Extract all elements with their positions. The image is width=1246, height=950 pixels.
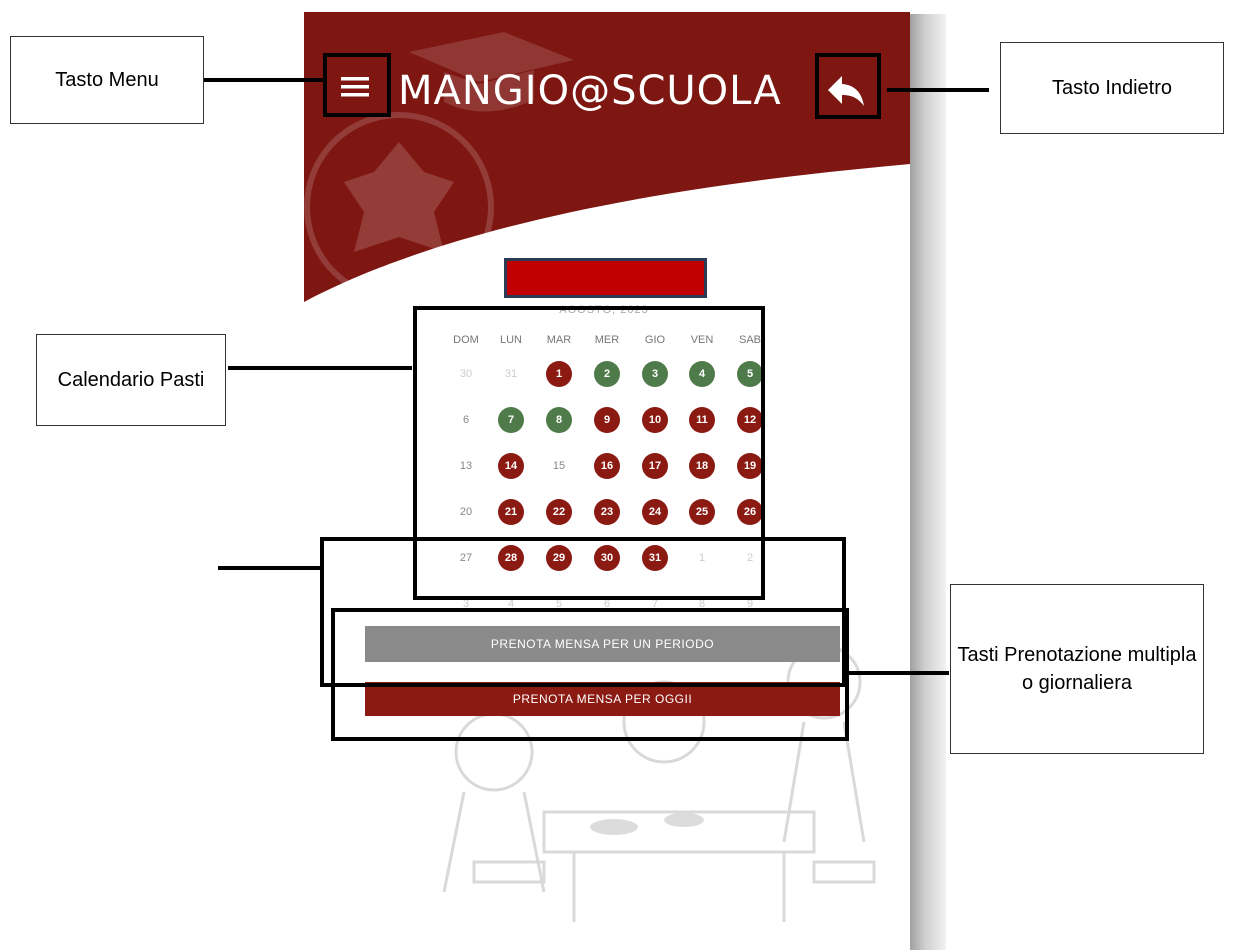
- menu-annotation-label: Tasto Menu: [10, 36, 204, 124]
- app-title: MANGIO@SCUOLA: [398, 68, 782, 114]
- buttons-annotation-label: Tasti Prenotazione multipla o giornalier…: [950, 584, 1204, 754]
- back-annotation-line: [887, 88, 989, 92]
- back-annotation-label: Tasto Indietro: [1000, 42, 1224, 134]
- redacted-block: [504, 258, 707, 298]
- buttons-highlight-box: [331, 608, 849, 741]
- extra-annotation-line: [218, 566, 322, 570]
- buttons-annotation-line: [849, 671, 949, 675]
- phone-shadow: [908, 14, 946, 950]
- menu-annotation-line: [204, 78, 326, 82]
- menu-highlight-box: [323, 53, 391, 117]
- calendar-annotation-line: [228, 366, 412, 370]
- calendar-annotation-label: Calendario Pasti: [36, 334, 226, 426]
- back-highlight-box: [815, 53, 881, 119]
